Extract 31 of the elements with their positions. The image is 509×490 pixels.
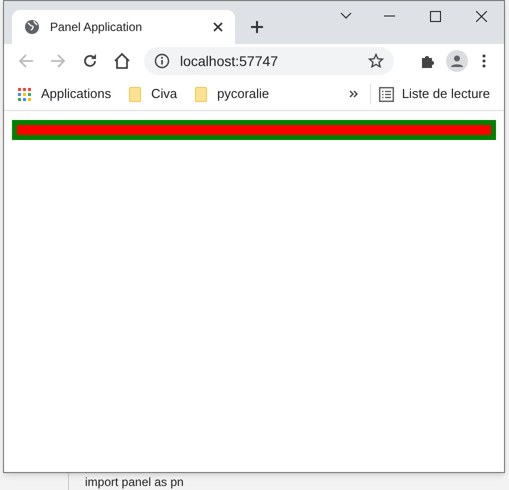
reading-list-button[interactable]: Liste de lecture <box>378 84 490 104</box>
tab-title: Panel Application <box>50 19 144 36</box>
puzzle-icon <box>420 53 436 69</box>
info-icon <box>154 53 170 69</box>
folder-icon <box>195 86 208 102</box>
person-icon <box>450 54 464 68</box>
double-chevron-icon <box>348 90 359 98</box>
bookmark-item[interactable]: Applications <box>18 84 112 104</box>
url-text: localhost:57747 <box>180 52 280 70</box>
more-menu-icon <box>482 54 486 68</box>
browser-tab[interactable]: Panel Application <box>12 10 235 44</box>
close-tab-icon[interactable] <box>213 22 223 32</box>
folder-icon <box>129 86 142 102</box>
maximize-icon <box>430 10 440 22</box>
forward-arrow-icon <box>50 53 66 69</box>
apps-grid-icon <box>18 88 31 100</box>
list-icon <box>378 86 394 102</box>
close-icon <box>476 10 486 22</box>
bookmark-item[interactable]: pycoralie <box>195 84 270 104</box>
chevron-down-icon <box>340 12 352 20</box>
back-arrow-icon <box>18 53 34 69</box>
profile-button[interactable] <box>446 50 468 72</box>
address-bar[interactable]: localhost:57747 <box>144 47 394 75</box>
minimize-icon <box>384 15 394 17</box>
plus-icon <box>250 20 264 34</box>
reload-icon <box>82 53 98 69</box>
star-icon[interactable] <box>368 53 384 69</box>
globe-icon <box>24 19 40 35</box>
bookmark-item[interactable]: Civa <box>129 84 178 104</box>
code-line: import panel as pn <box>85 475 184 489</box>
home-icon <box>113 52 131 70</box>
